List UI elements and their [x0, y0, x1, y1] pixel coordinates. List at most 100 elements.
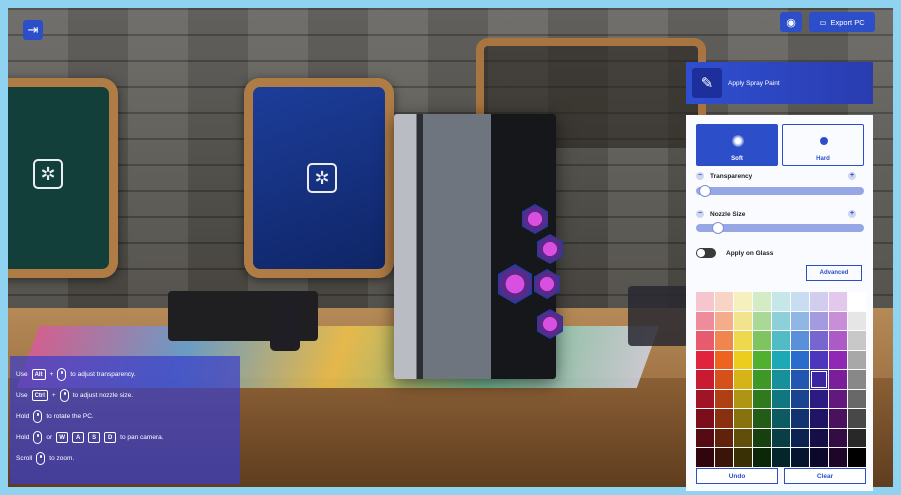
- color-swatch[interactable]: [696, 311, 714, 330]
- color-swatch[interactable]: [772, 331, 790, 350]
- color-swatch[interactable]: [772, 428, 790, 447]
- color-swatch[interactable]: [791, 311, 809, 330]
- color-swatch[interactable]: [791, 292, 809, 311]
- color-swatch[interactable]: [696, 292, 714, 311]
- color-swatch[interactable]: [696, 350, 714, 369]
- color-swatch[interactable]: [734, 448, 752, 467]
- transparency-slider-handle[interactable]: [699, 185, 712, 197]
- color-swatch[interactable]: [772, 350, 790, 369]
- color-swatch[interactable]: [772, 389, 790, 408]
- monitor-icon: ▭: [819, 17, 827, 27]
- color-swatch[interactable]: [791, 389, 809, 408]
- color-swatch[interactable]: [848, 370, 866, 389]
- color-swatch[interactable]: [810, 428, 828, 447]
- color-swatch[interactable]: [810, 389, 828, 408]
- color-swatch[interactable]: [829, 448, 847, 467]
- color-swatch[interactable]: [848, 311, 866, 330]
- transparency-decrease-icon[interactable]: −: [696, 172, 704, 180]
- color-swatch[interactable]: [734, 389, 752, 408]
- nozzle-decrease-icon[interactable]: −: [696, 210, 704, 218]
- color-swatch[interactable]: [848, 409, 866, 428]
- color-swatch[interactable]: [734, 350, 752, 369]
- color-swatch[interactable]: [715, 331, 733, 350]
- undo-button[interactable]: Undo: [696, 468, 778, 484]
- nozzle-size-slider[interactable]: [696, 222, 864, 234]
- color-swatch[interactable]: [696, 428, 714, 447]
- pc-case[interactable]: [394, 114, 563, 379]
- color-swatch[interactable]: [791, 409, 809, 428]
- color-swatch[interactable]: [829, 389, 847, 408]
- color-swatch[interactable]: [829, 331, 847, 350]
- color-swatch[interactable]: [772, 292, 790, 311]
- color-swatch[interactable]: [791, 370, 809, 389]
- apply-on-glass-toggle[interactable]: [696, 248, 716, 258]
- nozzle-size-slider-handle[interactable]: [711, 222, 724, 234]
- color-swatch[interactable]: [715, 409, 733, 428]
- color-swatch[interactable]: [772, 311, 790, 330]
- color-swatch[interactable]: [772, 409, 790, 428]
- color-swatch[interactable]: [715, 428, 733, 447]
- color-swatch[interactable]: [753, 448, 771, 467]
- color-swatch[interactable]: [791, 428, 809, 447]
- color-swatch[interactable]: [848, 350, 866, 369]
- color-swatch[interactable]: [810, 448, 828, 467]
- mode-hard-button[interactable]: Hard: [782, 124, 864, 166]
- transparency-slider[interactable]: [696, 185, 864, 197]
- color-swatch[interactable]: [753, 389, 771, 408]
- color-swatch[interactable]: [791, 331, 809, 350]
- advanced-button[interactable]: Advanced: [806, 265, 862, 281]
- color-swatch[interactable]: [696, 370, 714, 389]
- color-swatch[interactable]: [753, 409, 771, 428]
- color-swatch[interactable]: [810, 292, 828, 311]
- color-swatch[interactable]: [772, 370, 790, 389]
- color-swatch[interactable]: [734, 292, 752, 311]
- exit-button[interactable]: ⇥: [23, 20, 43, 40]
- color-swatch[interactable]: [734, 428, 752, 447]
- color-swatch[interactable]: [810, 409, 828, 428]
- color-swatch[interactable]: [810, 311, 828, 330]
- color-swatch[interactable]: [848, 389, 866, 408]
- color-swatch[interactable]: [810, 350, 828, 369]
- color-swatch[interactable]: [810, 370, 828, 389]
- color-swatch[interactable]: [715, 311, 733, 330]
- export-pc-button[interactable]: ▭ Export PC: [809, 12, 875, 32]
- color-swatch[interactable]: [753, 311, 771, 330]
- transparency-increase-icon[interactable]: +: [848, 172, 856, 180]
- color-swatch[interactable]: [734, 370, 752, 389]
- color-swatch[interactable]: [848, 428, 866, 447]
- color-swatch[interactable]: [715, 448, 733, 467]
- color-swatch[interactable]: [734, 331, 752, 350]
- color-swatch[interactable]: [715, 370, 733, 389]
- color-swatch[interactable]: [696, 331, 714, 350]
- color-swatch[interactable]: [696, 409, 714, 428]
- mode-soft-button[interactable]: Soft: [696, 124, 778, 166]
- color-swatch[interactable]: [753, 428, 771, 447]
- color-swatch[interactable]: [848, 448, 866, 467]
- color-swatch[interactable]: [829, 409, 847, 428]
- color-swatch[interactable]: [753, 292, 771, 311]
- clear-button[interactable]: Clear: [784, 468, 866, 484]
- color-swatch[interactable]: [829, 428, 847, 447]
- color-swatch[interactable]: [829, 370, 847, 389]
- color-swatch[interactable]: [753, 331, 771, 350]
- color-swatch[interactable]: [753, 370, 771, 389]
- color-swatch[interactable]: [829, 311, 847, 330]
- color-swatch[interactable]: [734, 409, 752, 428]
- color-swatch[interactable]: [772, 448, 790, 467]
- color-swatch[interactable]: [715, 350, 733, 369]
- screenshot-button[interactable]: ◉: [780, 12, 802, 32]
- color-swatch[interactable]: [848, 292, 866, 311]
- color-swatch[interactable]: [810, 331, 828, 350]
- color-swatch[interactable]: [753, 350, 771, 369]
- color-swatch[interactable]: [848, 331, 866, 350]
- color-swatch[interactable]: [715, 389, 733, 408]
- color-swatch[interactable]: [715, 292, 733, 311]
- color-swatch[interactable]: [829, 350, 847, 369]
- color-swatch[interactable]: [734, 311, 752, 330]
- color-swatch[interactable]: [829, 292, 847, 311]
- color-swatch[interactable]: [791, 448, 809, 467]
- color-swatch[interactable]: [696, 448, 714, 467]
- color-swatch[interactable]: [696, 389, 714, 408]
- color-swatch[interactable]: [791, 350, 809, 369]
- nozzle-increase-icon[interactable]: +: [848, 210, 856, 218]
